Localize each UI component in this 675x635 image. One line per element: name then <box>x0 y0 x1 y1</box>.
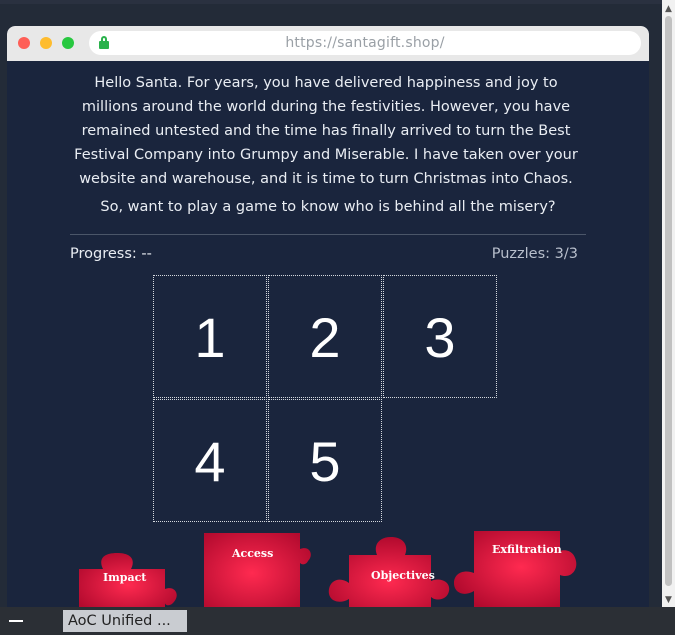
piece-label-objectives: Objectives <box>371 569 435 582</box>
close-window-button[interactable] <box>18 37 30 49</box>
lock-icon <box>99 36 109 49</box>
minimize-all-icon[interactable] <box>9 620 23 622</box>
piece-label-exfiltration: Exfiltration <box>492 543 562 556</box>
puzzle-tile-3[interactable]: 3 <box>383 275 497 398</box>
intro-text: Hello Santa. For years, you have deliver… <box>74 75 578 187</box>
question-text: So, want to play a game to know who is b… <box>100 199 556 215</box>
jigsaw-piece-icon <box>79 553 177 607</box>
top-strip <box>0 0 662 4</box>
scroll-down-arrow-icon[interactable]: ▼ <box>662 593 675 607</box>
browser-titlebar: https://santagift.shop/ <box>7 26 649 61</box>
scroll-thumb[interactable] <box>665 16 672 586</box>
puzzles-count: Puzzles: 3/3 <box>491 246 578 262</box>
divider <box>70 234 586 235</box>
puzzle-piece-exfiltration[interactable]: Exfiltration <box>452 531 582 607</box>
minimize-window-button[interactable] <box>40 37 52 49</box>
url-text[interactable]: https://santagift.shop/ <box>89 31 641 55</box>
puzzle-piece-objectives[interactable]: Objectives <box>327 531 459 607</box>
taskbar: AoC Unified ... <box>0 607 675 635</box>
page-content: Hello Santa. For years, you have deliver… <box>7 61 649 607</box>
puzzle-piece-access[interactable]: Access <box>202 533 314 607</box>
puzzle-tile-4[interactable]: 4 <box>153 399 267 522</box>
jigsaw-piece-icon <box>204 533 311 607</box>
piece-label-access: Access <box>232 547 274 560</box>
puzzle-tile-1[interactable]: 1 <box>153 275 267 398</box>
browser-window: https://santagift.shop/ Hello Santa. For… <box>7 26 649 607</box>
scrollbar[interactable]: ▲ ▼ <box>662 0 675 607</box>
puzzle-tile-5[interactable]: 5 <box>268 399 382 522</box>
maximize-window-button[interactable] <box>62 37 74 49</box>
progress-label: Progress: -- <box>70 246 152 262</box>
puzzle-piece-impact[interactable]: Impact <box>77 531 177 607</box>
address-bar[interactable]: https://santagift.shop/ <box>89 31 641 55</box>
taskbar-window-item[interactable]: AoC Unified ... <box>63 610 187 632</box>
scroll-up-arrow-icon[interactable]: ▲ <box>662 2 675 16</box>
piece-label-impact: Impact <box>103 571 147 584</box>
puzzle-tile-2[interactable]: 2 <box>268 275 382 398</box>
